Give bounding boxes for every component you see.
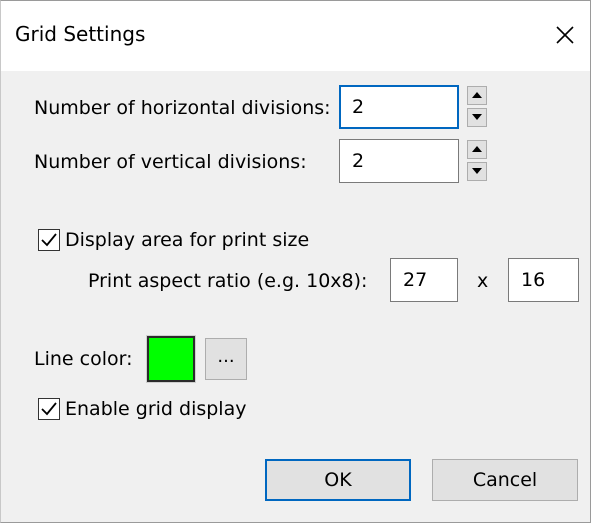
arrow-down-icon bbox=[472, 114, 482, 120]
horizontal-divisions-label: Number of horizontal divisions: bbox=[34, 97, 331, 119]
horizontal-spin-up-button[interactable] bbox=[467, 86, 487, 105]
vertical-spin-up-button[interactable] bbox=[467, 140, 487, 159]
print-ratio-height-input[interactable] bbox=[508, 258, 579, 302]
title-bar: Grid Settings bbox=[1, 1, 590, 71]
line-color-label: Line color: bbox=[34, 348, 133, 370]
print-area-checkbox[interactable] bbox=[38, 229, 60, 251]
vertical-divisions-spinner[interactable] bbox=[467, 139, 489, 183]
arrow-up-icon bbox=[472, 92, 482, 98]
print-ratio-width-input[interactable] bbox=[390, 258, 458, 302]
line-color-swatch[interactable] bbox=[146, 335, 196, 383]
arrow-down-icon bbox=[472, 168, 482, 174]
arrow-up-icon bbox=[472, 146, 482, 152]
print-area-label[interactable]: Display area for print size bbox=[65, 228, 309, 252]
checkmark-icon bbox=[41, 402, 57, 416]
vertical-spin-down-button[interactable] bbox=[467, 162, 487, 181]
line-color-browse-button[interactable]: ... bbox=[205, 338, 247, 380]
grid-display-checkbox[interactable] bbox=[38, 398, 60, 420]
grid-display-label[interactable]: Enable grid display bbox=[65, 397, 246, 421]
grid-settings-dialog: Grid Settings Number of horizontal divis… bbox=[0, 0, 591, 523]
print-ratio-separator: x bbox=[477, 270, 489, 292]
horizontal-spin-down-button[interactable] bbox=[467, 108, 487, 127]
vertical-divisions-input[interactable] bbox=[339, 139, 459, 183]
print-ratio-label: Print aspect ratio (e.g. 10x8): bbox=[88, 270, 368, 292]
horizontal-divisions-spinner[interactable] bbox=[467, 85, 489, 129]
close-icon bbox=[556, 26, 574, 44]
vertical-divisions-label: Number of vertical divisions: bbox=[34, 151, 307, 173]
horizontal-divisions-input[interactable] bbox=[339, 85, 459, 129]
dialog-title: Grid Settings bbox=[15, 22, 146, 46]
ok-button[interactable]: OK bbox=[265, 459, 411, 501]
close-button[interactable] bbox=[541, 11, 587, 57]
cancel-button[interactable]: Cancel bbox=[432, 459, 578, 501]
checkmark-icon bbox=[41, 233, 57, 247]
